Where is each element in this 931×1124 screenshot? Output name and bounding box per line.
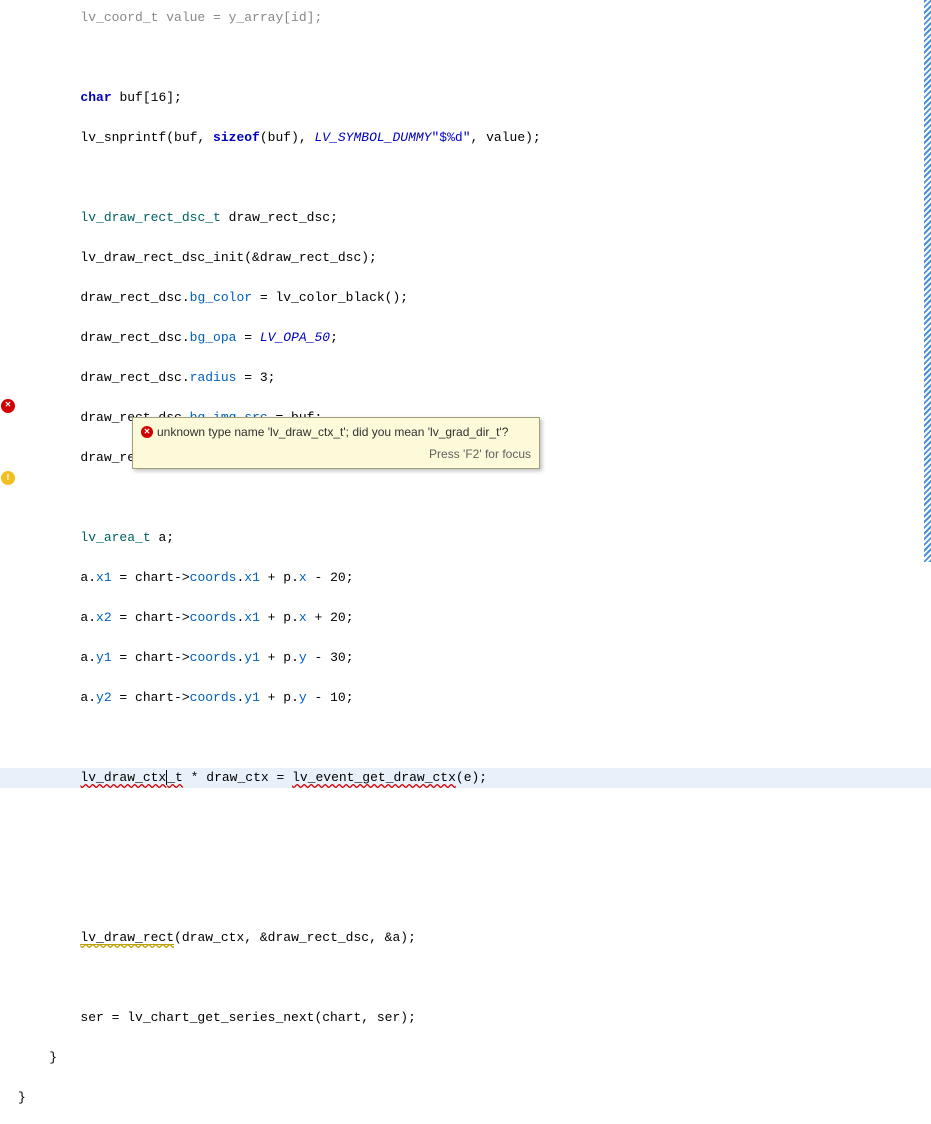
code-line bbox=[18, 728, 923, 748]
code-line bbox=[18, 48, 923, 68]
code-line: lv_snprintf(buf, sizeof(buf), LV_SYMBOL_… bbox=[18, 128, 923, 148]
gutter bbox=[0, 0, 16, 562]
code-line: lv_draw_rect_dsc_init(&draw_rect_dsc); bbox=[18, 248, 923, 268]
code-line: } bbox=[18, 1088, 923, 1108]
code-line: lv_draw_rect_dsc_t draw_rect_dsc; bbox=[18, 208, 923, 228]
code-line bbox=[18, 848, 923, 868]
tooltip-message: unknown type name 'lv_draw_ctx_t'; did y… bbox=[157, 422, 508, 442]
code-line: draw_rect_dsc.bg_opa = LV_OPA_50; bbox=[18, 328, 923, 348]
code-line: a.x1 = chart->coords.x1 + p.x - 20; bbox=[18, 568, 923, 588]
code-line: a.y2 = chart->coords.y1 + p.y - 10; bbox=[18, 688, 923, 708]
code-line: } bbox=[18, 1048, 923, 1068]
code-line: draw_rect_dsc.radius = 3; bbox=[18, 368, 923, 388]
error-icon[interactable] bbox=[1, 399, 15, 413]
code-line bbox=[18, 168, 923, 188]
code-line: lv_area_t a; bbox=[18, 528, 923, 548]
error-icon bbox=[141, 426, 153, 438]
code-line: a.x2 = chart->coords.x1 + p.x + 20; bbox=[18, 608, 923, 628]
code-line: draw_rect_dsc.bg_color = lv_color_black(… bbox=[18, 288, 923, 308]
code-line: char buf[16]; bbox=[18, 88, 923, 108]
code-line bbox=[18, 488, 923, 508]
warning-icon[interactable] bbox=[1, 471, 15, 485]
error-tooltip[interactable]: unknown type name 'lv_draw_ctx_t'; did y… bbox=[132, 417, 540, 469]
code-area[interactable]: lv_coord_t value = y_array[id]; char buf… bbox=[18, 0, 923, 562]
code-line: a.y1 = chart->coords.y1 + p.y - 30; bbox=[18, 648, 923, 668]
code-line: lv_draw_rect(draw_ctx, &draw_rect_dsc, &… bbox=[18, 928, 923, 948]
overview-ruler[interactable] bbox=[924, 0, 931, 562]
current-line: lv_draw_ctx_t * draw_ctx = lv_event_get_… bbox=[0, 768, 931, 788]
code-line: lv_coord_t value = y_array[id]; bbox=[18, 8, 923, 28]
code-line: ser = lv_chart_get_series_next(chart, se… bbox=[18, 1008, 923, 1028]
code-line bbox=[18, 968, 923, 988]
code-line bbox=[18, 888, 923, 908]
tooltip-hint: Press 'F2' for focus bbox=[133, 444, 539, 468]
code-line bbox=[18, 808, 923, 828]
